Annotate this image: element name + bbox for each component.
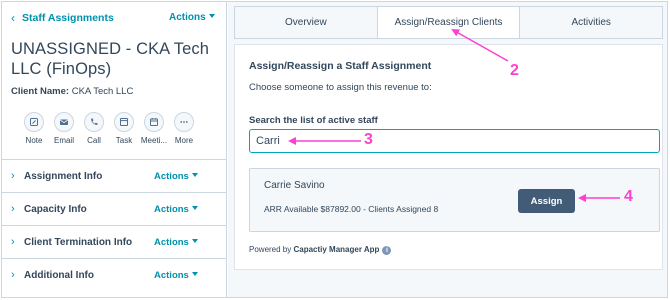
section-client-termination-info[interactable]: › Client Termination Info Actions: [2, 225, 227, 258]
task-icon: [114, 112, 134, 132]
staff-capacity-meta: ARR Available $87892.00 - Clients Assign…: [264, 204, 439, 214]
section-actions-dropdown[interactable]: Actions: [154, 237, 198, 248]
meeting-icon: [144, 112, 164, 132]
app-frame: ‹ Staff Assignments Actions UNASSIGNED -…: [1, 1, 668, 298]
record-title: UNASSIGNED - CKA Tech LLC (FinOps): [11, 40, 210, 78]
chevron-right-icon: ›: [11, 203, 15, 215]
meeting-action-button[interactable]: Meeti...: [140, 112, 168, 145]
section-label: Capacity Info: [24, 204, 87, 215]
section-additional-info[interactable]: › Additional Info Actions: [2, 258, 227, 291]
actions-label: Actions: [169, 12, 206, 23]
section-assignment-info[interactable]: › Assignment Info Actions: [2, 159, 227, 192]
section-actions-dropdown[interactable]: Actions: [154, 171, 198, 182]
section-actions-label: Actions: [154, 270, 189, 281]
sidebar-header: ‹ Staff Assignments Actions: [2, 2, 227, 32]
chevron-right-icon: ›: [11, 170, 15, 182]
record-actions-dropdown[interactable]: Actions: [169, 12, 215, 23]
assign-panel: Assign/Reassign a Staff Assignment Choos…: [234, 44, 663, 270]
tab-activities[interactable]: Activities: [520, 7, 662, 38]
section-actions-dropdown[interactable]: Actions: [154, 204, 198, 215]
main-content: Overview Assign/Reassign Clients Activit…: [228, 2, 667, 297]
quick-action-label: More: [174, 136, 194, 145]
section-label: Assignment Info: [24, 171, 103, 182]
more-icon: [174, 112, 194, 132]
call-action-button[interactable]: Call: [83, 112, 105, 145]
search-staff-input[interactable]: [249, 129, 660, 153]
caret-down-icon: [191, 173, 198, 177]
record-tabs: Overview Assign/Reassign Clients Activit…: [234, 6, 663, 39]
panel-title: Assign/Reassign a Staff Assignment: [249, 60, 432, 72]
section-actions-label: Actions: [154, 204, 189, 215]
quick-actions-row: Note Email Call Task Meeti... More: [23, 112, 195, 145]
quick-action-label: Note: [25, 136, 43, 145]
quick-action-label: Meeti...: [140, 136, 168, 145]
client-name-label: Client Name:: [11, 86, 70, 97]
powered-by-footer: Powered by Capactiy Manager App i: [249, 245, 392, 255]
tab-overview[interactable]: Overview: [235, 7, 378, 38]
section-actions-label: Actions: [154, 237, 189, 248]
email-icon: [54, 112, 74, 132]
quick-action-label: Call: [87, 136, 101, 145]
chevron-right-icon: ›: [11, 236, 15, 248]
info-icon[interactable]: i: [382, 246, 392, 255]
back-to-staff-assignments-link[interactable]: ‹ Staff Assignments: [11, 11, 114, 25]
assign-button[interactable]: Assign: [518, 189, 575, 213]
caret-down-icon: [191, 239, 198, 243]
note-action-button[interactable]: Note: [23, 112, 45, 145]
caret-down-icon: [191, 272, 198, 276]
record-sidebar: ‹ Staff Assignments Actions UNASSIGNED -…: [2, 2, 227, 297]
client-name-property: Client Name: CKA Tech LLC: [11, 86, 133, 97]
chevron-right-icon: ›: [11, 269, 15, 281]
staff-name: Carrie Savino: [264, 180, 325, 191]
email-action-button[interactable]: Email: [53, 112, 75, 145]
section-actions-label: Actions: [154, 171, 189, 182]
panel-subtitle: Choose someone to assign this revenue to…: [249, 82, 432, 93]
quick-action-label: Task: [115, 136, 133, 145]
section-label: Additional Info: [24, 270, 94, 281]
caret-down-icon: [208, 14, 215, 18]
back-link-label: Staff Assignments: [22, 12, 114, 24]
quick-action-label: Email: [53, 136, 74, 145]
section-label: Client Termination Info: [24, 237, 133, 248]
staff-result-card: Carrie Savino ARR Available $87892.00 - …: [249, 168, 660, 232]
search-staff-label: Search the list of active staff: [249, 115, 378, 126]
client-name-value: CKA Tech LLC: [71, 86, 134, 97]
section-actions-dropdown[interactable]: Actions: [154, 270, 198, 281]
note-icon: [24, 112, 44, 132]
section-capacity-info[interactable]: › Capacity Info Actions: [2, 192, 227, 225]
more-action-button[interactable]: More: [173, 112, 195, 145]
caret-down-icon: [191, 206, 198, 210]
tab-assign-reassign-clients[interactable]: Assign/Reassign Clients: [377, 7, 521, 38]
call-icon: [84, 112, 104, 132]
powered-by-prefix: Powered by: [249, 245, 292, 254]
powered-by-app-name: Capactiy Manager App: [293, 245, 380, 254]
chevron-left-icon: ‹: [11, 11, 15, 25]
task-action-button[interactable]: Task: [113, 112, 135, 145]
